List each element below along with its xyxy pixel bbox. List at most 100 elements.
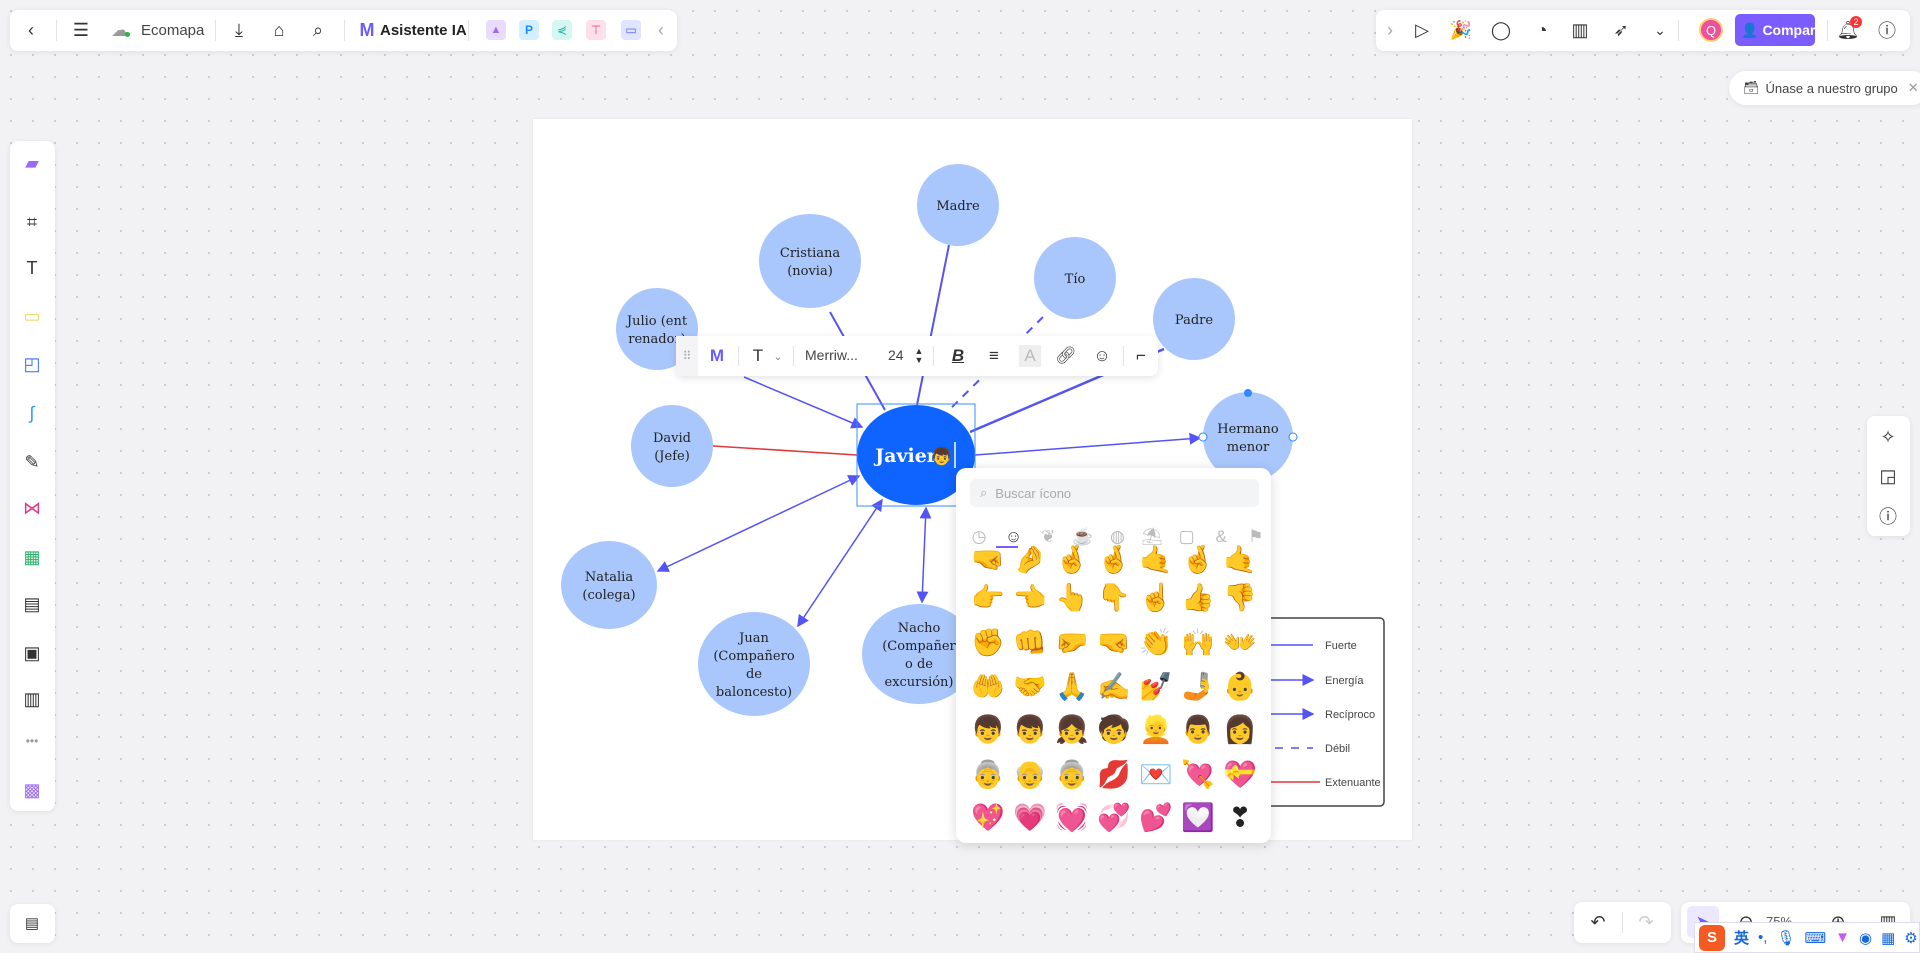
hermano-handle-right[interactable] xyxy=(1288,432,1298,442)
pen-icon[interactable]: ✎ xyxy=(18,448,46,476)
help-icon[interactable]: ⓘ xyxy=(1873,16,1901,44)
emoji-option[interactable]: 👩 xyxy=(1220,716,1260,744)
template-icon[interactable]: ▰ xyxy=(18,149,46,177)
node-madre[interactable]: Madre xyxy=(917,164,999,246)
apps-icon[interactable]: ▦ xyxy=(1881,929,1895,947)
emoji-option[interactable]: 👉 xyxy=(968,584,1008,612)
table-icon[interactable]: ▦ xyxy=(18,543,46,571)
more-icon[interactable]: ••• xyxy=(18,727,46,755)
back-icon[interactable]: ‹ xyxy=(17,16,45,44)
chat-app-icon[interactable]: ▭ xyxy=(621,20,641,40)
redo-icon[interactable]: ↷ xyxy=(1632,908,1660,936)
edge-hermano[interactable] xyxy=(974,432,1202,456)
ai-logo-icon[interactable]: M xyxy=(703,342,731,370)
edge-natalia[interactable] xyxy=(656,475,861,572)
emoji-option[interactable]: ✍ xyxy=(1094,673,1134,701)
image-ai-icon[interactable]: ▲ xyxy=(486,20,506,40)
emoji-icon[interactable]: ☺ xyxy=(1088,342,1116,370)
emoji-option[interactable]: 🤜 xyxy=(968,546,1008,574)
emoji-option[interactable]: 💌 xyxy=(1136,761,1176,789)
bold-icon[interactable]: B xyxy=(944,342,972,370)
emoji-option[interactable]: ❣ xyxy=(1220,804,1260,832)
skin-icon[interactable]: ▼ xyxy=(1835,929,1850,946)
join-group-banner[interactable]: 🗃 Únase a nuestro grupo ✕ xyxy=(1729,71,1920,105)
emoji-option[interactable]: 💓 xyxy=(1052,804,1092,832)
menu-icon[interactable]: ☰ xyxy=(67,16,95,44)
align-center-icon[interactable]: ≡ xyxy=(980,342,1008,370)
ime-language[interactable]: 英 xyxy=(1734,927,1749,948)
emoji-option[interactable]: 👊 xyxy=(1010,629,1050,657)
emoji-option[interactable]: 👱 xyxy=(1136,716,1176,744)
link-icon[interactable]: 🔗︎ xyxy=(1052,342,1080,370)
emoji-option[interactable]: 👐 xyxy=(1220,629,1260,657)
celebrate-icon[interactable]: 🎉 xyxy=(1447,16,1475,44)
undo-icon[interactable]: ↶ xyxy=(1584,908,1612,936)
search-icon[interactable]: ⌕ xyxy=(304,16,332,44)
download-icon[interactable]: ⤓ xyxy=(225,16,253,44)
expand-icon[interactable]: › xyxy=(1376,16,1404,44)
emoji-option[interactable]: ☝ xyxy=(1136,584,1176,612)
font-family-select[interactable]: Merriw... xyxy=(805,347,858,363)
robot-icon[interactable]: ◉ xyxy=(1859,929,1872,947)
emoji-option[interactable]: 👧 xyxy=(1052,716,1092,744)
emoji-option[interactable]: 🤞 xyxy=(1052,546,1092,574)
frame-icon[interactable]: ⌗ xyxy=(18,208,46,236)
magic-icon[interactable]: ✧ xyxy=(1874,423,1902,451)
emoji-option[interactable]: 💅 xyxy=(1136,673,1176,701)
connector-icon[interactable]: ∫ xyxy=(18,399,46,427)
emoji-option[interactable]: 🤜 xyxy=(1094,629,1134,657)
emoji-option[interactable]: 👎 xyxy=(1220,584,1260,612)
emoji-option[interactable]: 🙌 xyxy=(1178,629,1218,657)
p-app-icon[interactable]: P xyxy=(519,20,539,40)
mindmap-app-icon[interactable]: ⋞ xyxy=(552,20,572,40)
keyboard-icon[interactable]: ⌨ xyxy=(1804,929,1826,947)
emoji-option[interactable]: 👍 xyxy=(1178,584,1218,612)
info-icon[interactable]: ⓘ xyxy=(1874,502,1902,530)
format-painter-icon[interactable]: ⌐ xyxy=(1127,342,1155,370)
plugins-icon[interactable]: ▩ xyxy=(18,776,46,804)
text-color-icon[interactable]: A xyxy=(1019,345,1041,367)
emoji-option[interactable]: 💖 xyxy=(968,804,1008,832)
emoji-option[interactable]: 👨 xyxy=(1178,716,1218,744)
kanban-icon[interactable]: ▥ xyxy=(18,685,46,713)
emoji-search-input[interactable] xyxy=(995,485,1236,501)
emoji-option[interactable]: ✊ xyxy=(968,629,1008,657)
emoji-option[interactable]: 💗 xyxy=(1010,804,1050,832)
sogou-logo-icon[interactable]: S xyxy=(1699,924,1725,951)
center-node-label[interactable]: Javier xyxy=(873,445,938,467)
emoji-option[interactable]: 👦 xyxy=(968,716,1008,744)
minimap-icon[interactable]: ▤ xyxy=(18,909,46,937)
avatar[interactable]: Q xyxy=(1699,18,1723,42)
mindmap-icon[interactable]: ⋈ xyxy=(18,494,46,522)
chevron-down-icon[interactable]: ⌄ xyxy=(764,342,792,370)
emoji-option[interactable]: 💟 xyxy=(1178,804,1218,832)
emoji-option[interactable]: 🤛 xyxy=(1052,629,1092,657)
more-icon[interactable]: ⌄ xyxy=(1646,16,1674,44)
text-icon[interactable]: T xyxy=(18,254,46,282)
emoji-option[interactable]: 👴 xyxy=(1010,761,1050,789)
edge-madre[interactable] xyxy=(916,244,950,406)
close-icon[interactable]: ✕ xyxy=(1908,80,1919,96)
emoji-option[interactable]: 💋 xyxy=(1094,761,1134,789)
laser-pointer-icon[interactable]: ➶ xyxy=(1607,16,1635,44)
emoji-option[interactable]: 🤞 xyxy=(1094,546,1134,574)
settings-icon[interactable]: ⚙ xyxy=(1904,929,1917,947)
emoji-option[interactable]: 👈 xyxy=(1010,584,1050,612)
font-size-stepper[interactable]: ▲ ▼ xyxy=(905,342,933,370)
emoji-option[interactable]: 👏 xyxy=(1136,629,1176,657)
emoji-option[interactable]: 🤳 xyxy=(1178,673,1218,701)
emoji-option[interactable]: 🤝 xyxy=(1010,673,1050,701)
edge-david[interactable] xyxy=(712,445,858,456)
emoji-option[interactable]: 🤞 xyxy=(1178,546,1218,574)
ime-punctuation[interactable]: •, xyxy=(1758,929,1767,946)
node-tio[interactable]: Tío xyxy=(1034,237,1116,319)
emoji-option[interactable]: 👵 xyxy=(1052,761,1092,789)
emoji-option[interactable]: 👵 xyxy=(968,761,1008,789)
emoji-option[interactable]: 🧒 xyxy=(1094,716,1134,744)
font-size-input[interactable]: 24 xyxy=(888,347,904,363)
tag-icon[interactable]: ⌂ xyxy=(265,16,293,44)
node-juan[interactable]: Juan (Compañero de baloncesto) xyxy=(698,612,810,716)
edge-julio[interactable] xyxy=(743,376,864,429)
bell-icon[interactable]: 🔔︎ 2 xyxy=(1834,16,1862,44)
edge-juan[interactable] xyxy=(797,498,883,628)
